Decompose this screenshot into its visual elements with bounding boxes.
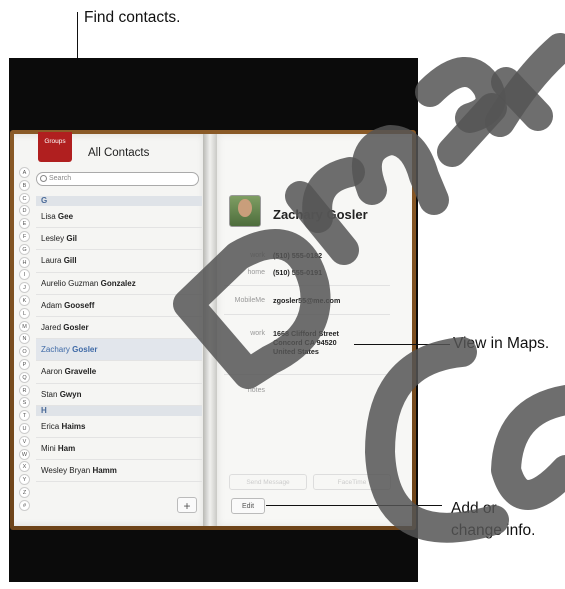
contact-first-name: Erica bbox=[41, 421, 60, 431]
index-letter[interactable]: S bbox=[19, 397, 30, 409]
index-letter[interactable]: W bbox=[19, 448, 30, 460]
index-letter[interactable]: K bbox=[19, 294, 30, 306]
address-line1: 1668 Clifford Street bbox=[273, 329, 339, 338]
callout-add-change-2: change info. bbox=[451, 522, 536, 539]
contact-row[interactable]: Laura Gill bbox=[36, 250, 202, 273]
send-message-button[interactable]: Send Message bbox=[229, 474, 307, 490]
contact-first-name: Laura bbox=[41, 256, 62, 266]
index-letter[interactable]: H bbox=[19, 256, 30, 268]
notes-label: notes bbox=[247, 387, 265, 394]
contact-first-name: Wesley Bryan bbox=[41, 466, 91, 476]
work-phone-value[interactable]: (510) 555-0182 bbox=[273, 251, 322, 260]
alphabet-index[interactable]: A B C D E F G H I J K L M N O P Q R S T U V W X Y Z # bbox=[19, 167, 33, 513]
index-letter[interactable]: G bbox=[19, 243, 30, 255]
callout-view-in-maps: View in Maps. bbox=[453, 335, 550, 352]
contact-first-name: Lesley bbox=[41, 234, 65, 244]
contact-row[interactable]: Lisa Gee bbox=[36, 206, 202, 229]
contact-last-name: Gee bbox=[57, 212, 74, 221]
contact-row[interactable]: Stan Gwyn bbox=[36, 384, 202, 406]
index-letter[interactable]: I bbox=[19, 269, 30, 281]
index-letter[interactable]: X bbox=[19, 461, 30, 473]
callout-line-maps bbox=[354, 344, 450, 345]
contact-last-name: Gosler bbox=[63, 322, 89, 332]
home-phone-value[interactable]: (510) 555-0191 bbox=[273, 268, 322, 277]
contact-row[interactable]: Mini Ham bbox=[36, 438, 202, 461]
address-line3: United States bbox=[273, 347, 319, 356]
index-letter[interactable]: A bbox=[19, 167, 30, 178]
contact-row[interactable]: Wesley Bryan Hamm bbox=[36, 460, 202, 483]
contact-first-name: Stan bbox=[41, 389, 58, 399]
index-letter[interactable]: L bbox=[19, 307, 30, 319]
contact-first-name: Aaron bbox=[41, 367, 63, 377]
contact-last-name: Gill bbox=[63, 256, 77, 266]
contact-row[interactable]: Erica Haims bbox=[36, 416, 202, 438]
index-letter[interactable]: V bbox=[19, 435, 30, 447]
email-value[interactable]: zgosler55@me.com bbox=[273, 296, 340, 305]
index-letter[interactable]: T bbox=[19, 410, 30, 422]
callout-find-contacts: Find contacts. bbox=[84, 9, 181, 26]
address-label: work bbox=[250, 330, 265, 337]
contact-last-name: Gil bbox=[66, 234, 78, 244]
avatar-face bbox=[238, 199, 252, 217]
contact-row[interactable]: Adam Gooseff bbox=[36, 295, 202, 317]
index-letter[interactable]: R bbox=[19, 384, 30, 396]
index-letter[interactable]: Q bbox=[19, 371, 30, 383]
index-letter[interactable]: E bbox=[19, 218, 30, 230]
divider bbox=[224, 314, 390, 315]
add-contact-button[interactable]: + bbox=[177, 497, 197, 513]
index-letter[interactable]: D bbox=[19, 205, 30, 217]
index-letter[interactable]: Z bbox=[19, 486, 30, 498]
index-letter[interactable]: M bbox=[19, 320, 30, 332]
callout-line-edit bbox=[266, 505, 442, 506]
groups-button[interactable]: Groups bbox=[38, 132, 72, 162]
contact-name: Zachary Gosler bbox=[273, 207, 368, 222]
contact-row[interactable]: Jared Gosler bbox=[36, 317, 202, 340]
contact-last-name: Hamm bbox=[92, 466, 117, 476]
facetime-button[interactable]: FaceTime bbox=[313, 474, 391, 490]
address-line2: Concord CA 94520 bbox=[273, 338, 337, 347]
callout-add-change-1: Add or bbox=[451, 500, 497, 517]
contact-last-name: Gonzalez bbox=[100, 278, 136, 288]
mobileme-label: MobileMe bbox=[234, 297, 265, 304]
contact-first-name: Zachary bbox=[41, 345, 70, 355]
contact-last-name: Gwyn bbox=[59, 389, 82, 399]
edit-button[interactable]: Edit bbox=[231, 498, 265, 514]
home-phone-label: home bbox=[247, 269, 265, 276]
contact-first-name: Mini bbox=[41, 443, 56, 453]
index-letter[interactable]: F bbox=[19, 230, 30, 242]
divider bbox=[224, 374, 390, 375]
index-letter[interactable]: # bbox=[19, 499, 30, 511]
contact-last-name: Gravelle bbox=[64, 367, 97, 377]
contact-row[interactable]: Aaron Gravelle bbox=[36, 361, 202, 384]
contact-row[interactable]: Lesley Gil bbox=[36, 228, 202, 251]
contact-row[interactable]: Zachary Gosler bbox=[36, 339, 202, 362]
section-header: G bbox=[36, 196, 202, 206]
contact-list: G Lisa Gee Lesley Gil Laura Gill Aurelio Guz… bbox=[36, 196, 202, 483]
search-icon bbox=[40, 175, 47, 182]
contact-last-name: Gosler bbox=[72, 345, 98, 355]
index-letter[interactable]: O bbox=[19, 346, 30, 358]
contact-last-name: Haims bbox=[61, 421, 86, 431]
search-input[interactable]: Search bbox=[36, 172, 199, 186]
divider bbox=[224, 285, 390, 286]
index-letter[interactable]: N bbox=[19, 333, 30, 345]
index-letter[interactable]: B bbox=[19, 179, 30, 191]
contact-first-name: Aurelio Guzman bbox=[41, 278, 99, 288]
index-letter[interactable]: Y bbox=[19, 474, 30, 486]
work-phone-label: work bbox=[250, 252, 265, 259]
index-letter[interactable]: J bbox=[19, 282, 30, 294]
index-letter[interactable]: U bbox=[19, 422, 30, 434]
contact-last-name: Ham bbox=[57, 443, 76, 453]
page-title: All Contacts bbox=[88, 147, 150, 159]
contact-last-name: Gooseff bbox=[64, 300, 95, 310]
contact-first-name: Lisa bbox=[41, 212, 56, 221]
address-value[interactable]: 1668 Clifford Street Concord CA 94520 Un… bbox=[273, 329, 339, 356]
index-letter[interactable]: P bbox=[19, 358, 30, 370]
contact-first-name: Adam bbox=[41, 300, 62, 310]
section-header: H bbox=[36, 405, 202, 416]
contact-first-name: Jared bbox=[41, 322, 62, 332]
groups-label: Groups bbox=[44, 138, 66, 145]
index-letter[interactable]: C bbox=[19, 192, 30, 204]
contact-row[interactable]: Aurelio Guzman Gonzalez bbox=[36, 273, 202, 295]
